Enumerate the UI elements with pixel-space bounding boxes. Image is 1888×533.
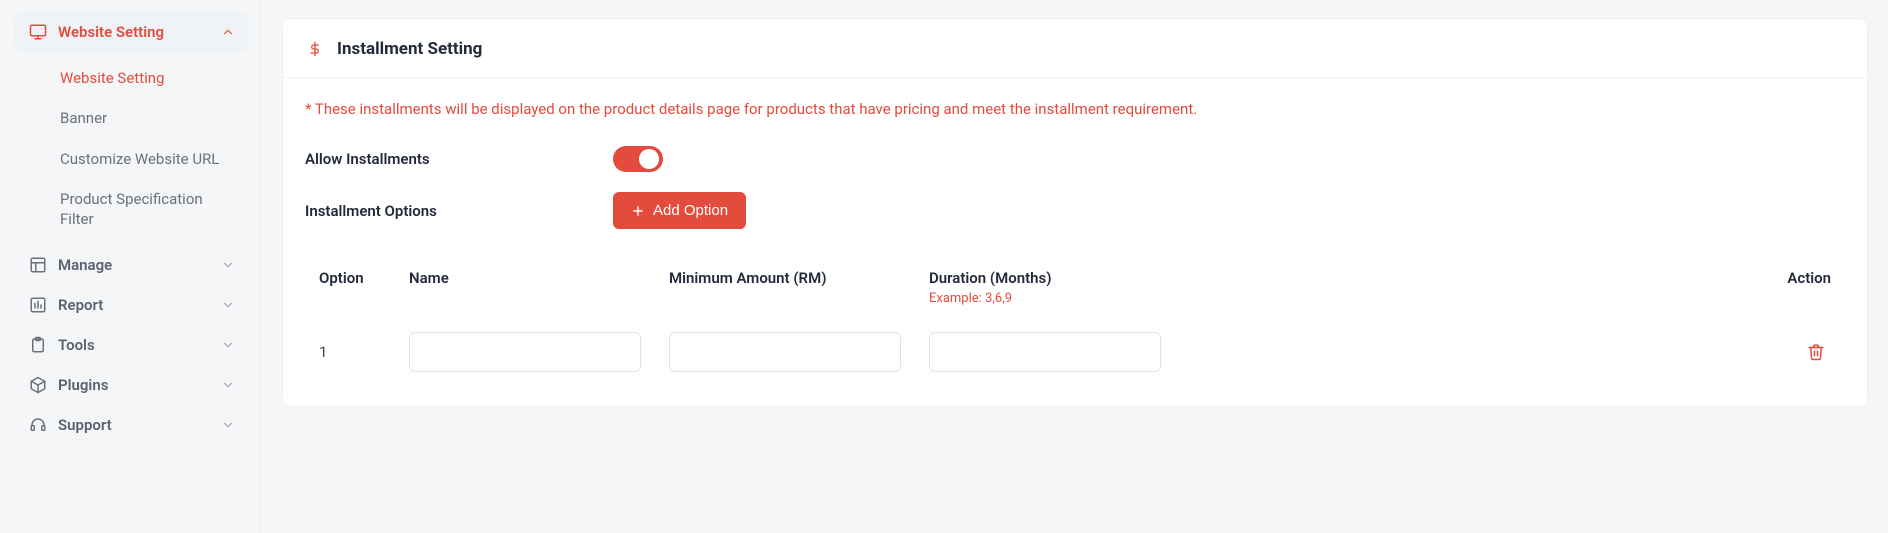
add-option-label: Add Option [653,202,728,219]
allow-installments-toggle[interactable] [613,146,663,172]
headset-icon [28,415,48,435]
chevron-down-icon [221,378,235,392]
th-duration: Duration (Months) Example: 3,6,9 [915,259,1175,328]
info-note: * These installments will be displayed o… [283,78,1867,126]
bar-chart-icon [28,295,48,315]
layout-icon [28,255,48,275]
page-title: Installment Setting [337,39,482,59]
chevron-down-icon [221,338,235,352]
th-duration-example: Example: 3,6,9 [929,291,1161,306]
sidebar: Website Setting Website Setting Banner C… [0,0,260,533]
row-installment-options: Installment Options Add Option [283,172,1867,229]
toggle-knob [639,149,659,169]
sidebar-item-label: Manage [58,256,221,274]
chevron-down-icon [221,258,235,272]
sidebar-item-label: Report [58,296,221,314]
duration-input[interactable] [929,332,1161,372]
th-min-amount: Minimum Amount (RM) [655,259,915,328]
th-name: Name [395,259,655,328]
delete-row-button[interactable] [1801,337,1831,367]
cell-option-number: 1 [305,328,395,376]
row-allow-installments: Allow Installments [283,126,1867,172]
monitor-icon [28,22,48,42]
dollar-icon [305,39,325,59]
sidebar-item-support[interactable]: Support [14,405,249,445]
trash-icon [1807,343,1825,361]
chevron-down-icon [221,418,235,432]
options-table-wrap: Option Name Minimum Amount (RM) Duration… [283,229,1867,376]
sidebar-item-manage[interactable]: Manage [14,245,249,285]
main-content: Installment Setting * These installments… [260,0,1888,533]
sidebar-item-website-setting[interactable]: Website Setting [14,12,249,52]
sidebar-item-plugins[interactable]: Plugins [14,365,249,405]
sidebar-item-label: Website Setting [58,23,221,41]
sidebar-item-label: Tools [58,336,221,354]
package-icon [28,375,48,395]
sidebar-subitem-website-setting[interactable]: Website Setting [44,58,249,98]
th-option: Option [305,259,395,328]
sidebar-subitem-banner[interactable]: Banner [44,98,249,138]
th-action: Action [1175,259,1845,328]
plus-icon [631,204,645,218]
chevron-up-icon [221,25,235,39]
name-input[interactable] [409,332,641,372]
chevron-down-icon [221,298,235,312]
min-amount-input[interactable] [669,332,901,372]
sidebar-subitem-product-spec-filter[interactable]: Product Specification Filter [44,179,249,240]
sidebar-item-label: Support [58,416,221,434]
sidebar-item-tools[interactable]: Tools [14,325,249,365]
submenu-website-setting: Website Setting Banner Customize Website… [14,52,249,245]
options-table: Option Name Minimum Amount (RM) Duration… [305,259,1845,376]
installment-options-label: Installment Options [305,202,613,220]
sidebar-subitem-customize-url[interactable]: Customize Website URL [44,139,249,179]
sidebar-item-label: Plugins [58,376,221,394]
sidebar-item-report[interactable]: Report [14,285,249,325]
installment-setting-card: Installment Setting * These installments… [282,18,1868,407]
clipboard-icon [28,335,48,355]
add-option-button[interactable]: Add Option [613,192,746,229]
table-row: 1 [305,328,1845,376]
th-duration-label: Duration (Months) [929,269,1051,287]
allow-installments-label: Allow Installments [305,150,613,168]
card-header: Installment Setting [283,19,1867,78]
